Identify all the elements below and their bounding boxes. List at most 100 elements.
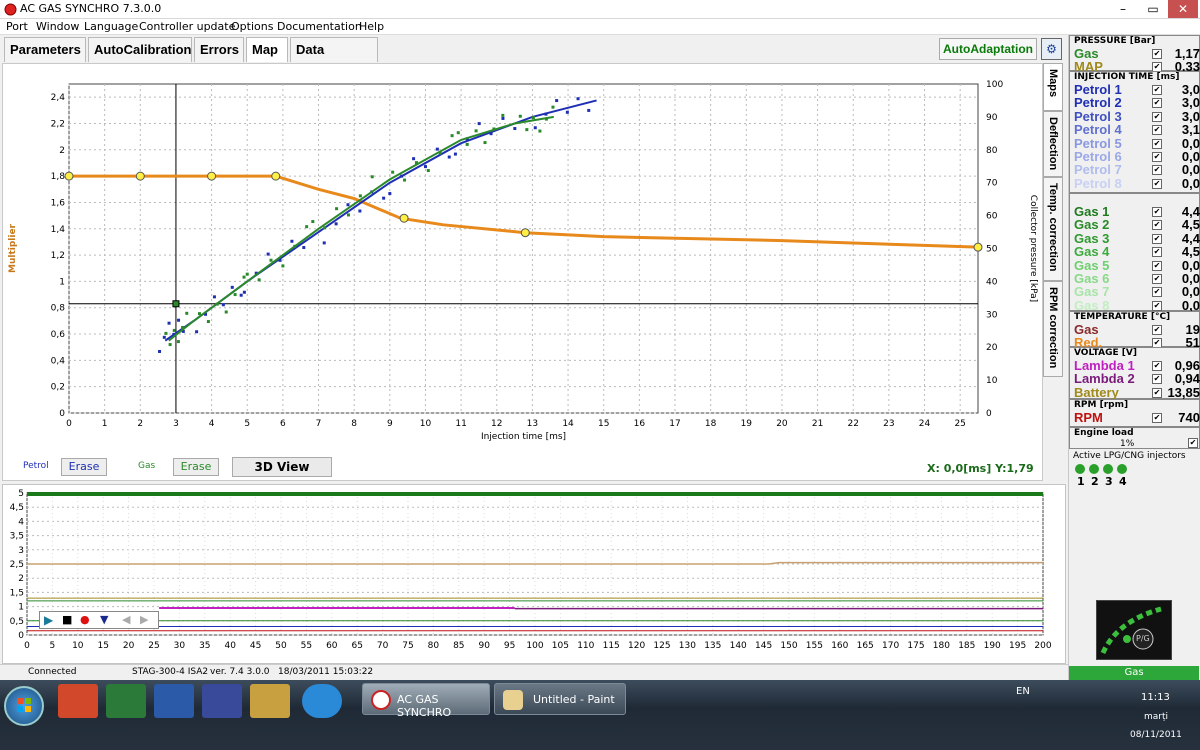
strip-x-tick: 160 (831, 641, 848, 651)
tab-errors[interactable]: Errors (194, 37, 244, 62)
gas-point (335, 207, 339, 211)
play-icon[interactable]: ▶ (44, 613, 53, 627)
gas-point (518, 114, 522, 118)
tab-autocalibration[interactable]: AutoCalibration (88, 37, 192, 62)
gas-point (501, 113, 505, 117)
pg-switch[interactable]: P/G (1096, 600, 1172, 660)
section-title: RPM [rpm] (1074, 400, 1129, 410)
x-tick-label: 7 (316, 419, 322, 429)
reading-checkbox[interactable]: ✔ (1152, 207, 1162, 217)
reading-checkbox[interactable]: ✔ (1152, 178, 1162, 189)
reading-checkbox[interactable]: ✔ (1152, 98, 1162, 109)
strip-y-tick: 2,5 (10, 560, 24, 570)
excel-icon[interactable] (106, 684, 146, 718)
strip-x-tick: 95 (504, 641, 515, 651)
strip-x-tick: 45 (250, 641, 261, 651)
clock-time[interactable]: 11:13 (1141, 692, 1170, 703)
y-left-tick-label: 1,4 (51, 225, 66, 235)
tab-deflection[interactable]: Deflection (1043, 111, 1063, 177)
reading-checkbox[interactable]: ✔ (1152, 361, 1162, 371)
y-left-tick-label: 1,8 (51, 172, 66, 182)
reading-checkbox[interactable]: ✔ (1152, 165, 1162, 176)
menu-options[interactable]: Options (231, 20, 273, 33)
petrol-point (555, 99, 559, 103)
autoadaptation-button[interactable]: AutoAdaptation (939, 38, 1037, 60)
section-title: INJECTION TIME [ms] (1074, 72, 1180, 82)
menu-documentation[interactable]: Documentation (277, 20, 362, 33)
reading-checkbox[interactable]: ✔ (1152, 247, 1162, 258)
engine-load-checkbox[interactable]: ✔ (1188, 438, 1198, 448)
y-right-tick-label: 90 (986, 113, 998, 123)
x-tick-label: 2 (137, 419, 143, 429)
strip-x-tick: 110 (577, 641, 594, 651)
menu-controller-update[interactable]: Controller update (139, 20, 235, 33)
gas-point (551, 105, 555, 109)
folder-icon[interactable] (250, 684, 290, 718)
x-tick-label: 1 (102, 419, 108, 429)
tab-data-recorder[interactable]: Data recorder (290, 37, 378, 80)
petrol-point (334, 222, 338, 226)
ac-app-icon (371, 690, 391, 710)
tab-parameters[interactable]: Parameters (4, 37, 86, 62)
stop-icon[interactable]: ■ (62, 613, 72, 626)
map-panel[interactable]: 0 1 2 3 4 5 6 7 8 9 10 11 12 13 14 15 16 17 18 19 20 21 22 23 24… (2, 63, 1043, 481)
x-tick-label: 25 (954, 419, 965, 429)
powerpoint-icon[interactable] (58, 684, 98, 718)
reading-checkbox[interactable]: ✔ (1152, 413, 1162, 423)
petrol-point (501, 116, 505, 120)
start-button[interactable] (4, 686, 44, 726)
minimize-button[interactable]: – (1108, 0, 1138, 18)
taskbar-ac-gas-synchro[interactable]: AC GAS SYNCHRO (362, 683, 490, 719)
menu-language[interactable]: Language (84, 20, 138, 33)
reading-checkbox[interactable]: ✔ (1152, 274, 1162, 284)
reading-checkbox[interactable]: ✔ (1152, 85, 1162, 95)
reading-checkbox[interactable]: ✔ (1152, 111, 1162, 122)
record-icon[interactable]: ● (80, 613, 90, 626)
reading-checkbox[interactable]: ✔ (1152, 233, 1162, 244)
x-tick-label: 15 (598, 419, 609, 429)
word-icon[interactable] (154, 684, 194, 718)
reading-checkbox[interactable]: ✔ (1152, 325, 1162, 335)
save-icon[interactable] (202, 684, 242, 718)
gas-point (185, 311, 189, 315)
maximize-button[interactable]: ▭ (1138, 0, 1168, 18)
tab-temp-correction[interactable]: Temp. correction (1043, 177, 1063, 281)
reading-checkbox[interactable]: ✔ (1152, 138, 1162, 149)
map-chart[interactable]: 0 1 2 3 4 5 6 7 8 9 10 11 12 13 14 15 16 17 18 19 20 21 22 23 24… (3, 64, 1042, 480)
reading-checkbox[interactable]: ✔ (1152, 49, 1162, 59)
marker-icon[interactable]: ▼ (100, 613, 108, 626)
reading-checkbox[interactable]: ✔ (1152, 300, 1162, 311)
reading-checkbox[interactable]: ✔ (1152, 152, 1162, 162)
tab-rpm-correction[interactable]: RPM correction (1043, 281, 1063, 377)
menu-port[interactable]: Port (6, 20, 28, 33)
menu-help[interactable]: Help (359, 20, 384, 33)
reading-checkbox[interactable]: ✔ (1152, 220, 1162, 231)
reading-checkbox[interactable]: ✔ (1152, 387, 1162, 398)
forward-icon[interactable]: ▶ (140, 613, 148, 626)
ie-icon[interactable] (302, 684, 342, 718)
tab-map[interactable]: Map (246, 37, 288, 62)
petrol-point (162, 335, 166, 339)
back-icon[interactable]: ◀ (122, 613, 130, 626)
x-tick-label: 11 (455, 419, 466, 429)
reading-checkbox[interactable]: ✔ (1152, 125, 1162, 136)
wrench-icon[interactable]: ⚙ (1041, 38, 1062, 60)
readings-panel: PRESSURE [Bar] Gas ✔ 1,17 MAP ✔ 0,33 INJECTION … (1068, 35, 1200, 680)
taskbar-paint[interactable]: Untitled - Paint (494, 683, 626, 715)
gas-point (206, 320, 210, 324)
menu-window[interactable]: Window (36, 20, 79, 33)
tab-maps[interactable]: Maps (1043, 63, 1063, 111)
taskbar: AC GAS SYNCHRO Untitled - Paint EN 11:13… (0, 680, 1200, 750)
reading-checkbox[interactable]: ✔ (1152, 260, 1162, 271)
petrol-point (158, 349, 162, 353)
reading-checkbox[interactable]: ✔ (1152, 287, 1162, 298)
erase-petrol-button[interactable]: Erase (61, 458, 107, 476)
3d-view-button[interactable]: 3D View (232, 457, 332, 477)
multiplier-point (399, 213, 409, 223)
reading-checkbox[interactable]: ✔ (1152, 374, 1162, 385)
erase-gas-button[interactable]: Erase (173, 458, 219, 476)
reading-value: 0,0 (1181, 175, 1200, 191)
language-indicator[interactable]: EN (1016, 686, 1030, 697)
y-right-tick-label: 20 (986, 343, 998, 353)
close-button[interactable]: ✕ (1168, 0, 1198, 18)
